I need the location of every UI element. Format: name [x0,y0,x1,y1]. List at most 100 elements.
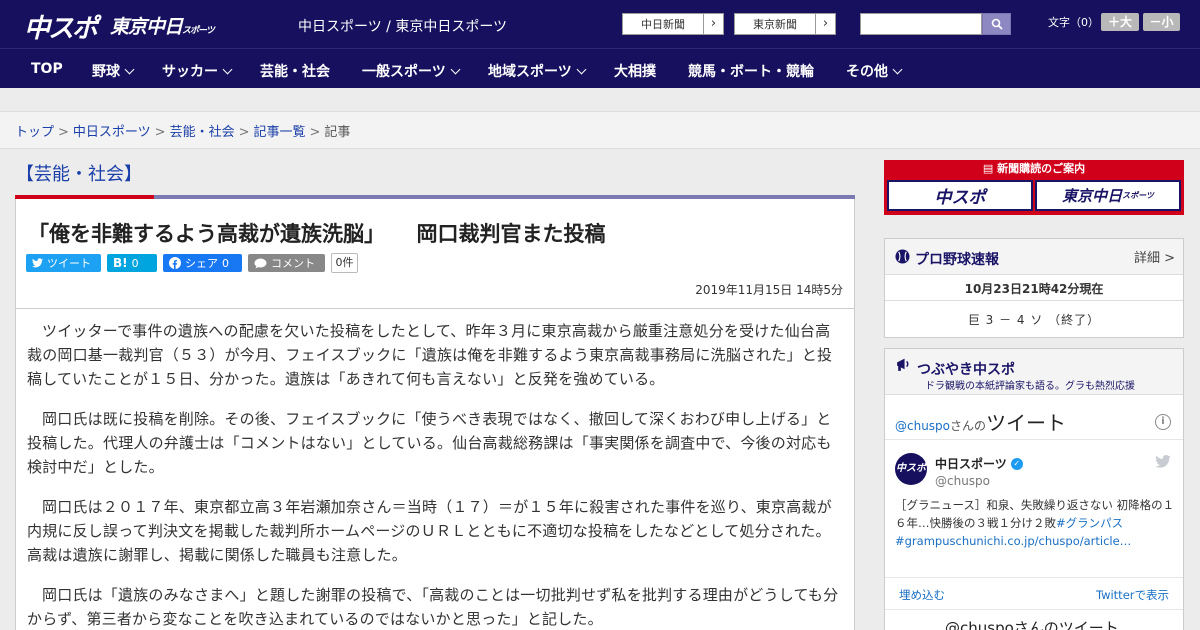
nav-label: 大相撲 [614,64,656,80]
nav-label: 競馬・ボート・競輪 [688,64,814,80]
article-paragraph: ツイッターで事件の遺族への配慮を欠いた投稿をしたとして、昨年３月に東京高裁から厳… [27,322,833,388]
nav-label: 芸能・社会 [260,64,330,80]
tweet-text: ［グラニュース］和泉、失敗繰り返さない 初降格の１６年…快勝後の３戦１分け２敗#… [895,496,1175,550]
chuspo-logo[interactable]: 中スポ [24,8,98,45]
site-label: 中日スポーツ / 東京中日スポーツ [298,19,508,35]
breadcrumb-top[interactable]: トップ [15,125,54,140]
nav-other[interactable]: その他 [846,61,903,81]
tweet-hashtag[interactable]: #グランパス [1056,516,1123,530]
font-size-up-button[interactable]: ＋大 [1101,13,1139,31]
author-name-text: 中日スポーツ [935,457,1007,471]
tokyo-logo-text: 東京中日 [110,16,183,38]
article-date: 2019年11月15日 14時5分 [695,283,843,297]
facebook-icon [169,257,181,269]
tweet-link[interactable]: #grampuschunichi.co.jp/chuspo/article… [895,534,1131,548]
chevron-right-icon: › [815,14,835,34]
twitter-handle-suffix: さんの [950,419,987,433]
verified-badge-icon: ✓ [1010,457,1023,470]
score-update-time: 10月23日21時42分現在 [964,282,1104,296]
article-paragraph: 岡口氏は２０１７年、東京都立高３年岩瀬加奈さん＝当時（１７）＝が１５年に殺害され… [27,498,832,564]
tokyo-chunichi-logo[interactable]: 東京中日スポーツ [110,12,215,39]
baseball-score-panel: プロ野球速報 詳細 > 10月23日21時42分現在 巨 3 － 4 ソ （終了… [884,238,1184,338]
category-title: 【芸能・社会】 [16,164,142,185]
article-headline: 「俺を非難するよう高裁が遺族洗脳」 岡口裁判官また投稿 [28,222,606,246]
chevron-down-icon [124,64,135,75]
tokyo-logo-sub: スポーツ [182,26,215,36]
megaphone-icon [897,358,909,371]
nav-soccer[interactable]: サッカー [162,61,233,81]
twitter-timeline-title[interactable]: @chuspoさんのツイート [895,407,1066,436]
search-icon [991,18,1003,30]
nav-entertainment[interactable]: 芸能・社会 [260,61,330,81]
chunichi-shimbun-button[interactable]: 中日新聞 › [622,13,724,35]
avatar[interactable]: 中スポ [895,453,927,485]
nav-racing[interactable]: 競馬・ボート・競輪 [688,61,814,81]
chunichi-shimbun-label: 中日新聞 [641,18,685,31]
nav-label: サッカー [162,64,218,80]
search-input[interactable] [860,13,982,35]
divider [885,439,1183,440]
chevron-down-icon [450,64,461,75]
baseball-icon [895,249,910,264]
chevron-down-icon [576,64,587,75]
tweet-author-name[interactable]: 中日スポーツ ✓ [935,455,1023,472]
nav-label: 一般スポーツ [362,64,446,80]
subscribe-tokyo-chunichi-button[interactable]: 東京中日 スポーツ [1035,180,1181,211]
breadcrumb-sep: > [58,125,69,140]
breadcrumb-current: 記事 [324,125,351,140]
subscribe-chuspo-button[interactable]: 中スポ [887,180,1033,211]
twitter-bird-icon[interactable] [1155,455,1171,468]
divider [885,300,1183,301]
font-size-down-button[interactable]: －小 [1143,13,1180,31]
twitter-subtitle: ドラ観戦の本紙評論家も語る。グラも熱烈応援 [925,381,1135,392]
baseball-title: プロ野球速報 [915,252,999,268]
search-button[interactable] [982,13,1011,35]
baseball-detail-link[interactable]: 詳細 > [1134,247,1175,266]
nav-top[interactable]: TOP [31,61,63,77]
embed-link[interactable]: 埋め込む [899,587,945,603]
breadcrumb-article-list[interactable]: 記事一覧 [254,125,306,140]
chevron-down-icon [892,64,903,75]
newspaper-icon: ▤ [982,162,998,175]
nav-baseball[interactable]: 野球 [92,61,135,81]
facebook-count: 0 [222,256,229,270]
breadcrumb-sep: > [154,125,166,140]
more-tweets-link[interactable]: @chuspoさんのツイート [945,617,1119,630]
twitter-panel: つぶやき中スポ ドラ観戦の本紙評論家も語る。グラも熱烈応援 @chuspoさんの… [884,348,1184,630]
tokyo-shimbun-label: 東京新聞 [753,18,797,31]
breadcrumb-sep: > [238,125,250,140]
tweet-author-handle[interactable]: @chuspo [935,474,990,488]
view-on-twitter-link[interactable]: Twitterで表示 [1096,587,1169,603]
twitter-handle: @chuspo [895,419,951,433]
speech-bubble-icon [254,258,267,268]
chevron-down-icon [222,64,233,75]
tweet-label: ツイート [47,257,91,270]
tokyo-sub-text: スポーツ [1122,191,1154,200]
comment-label: コメント [271,257,315,270]
article-paragraph: 岡口氏は既に投稿を削除。その後、フェイスブックに「使うべき表現ではなく、撤回して… [27,410,832,476]
breadcrumb: トップ > 中日スポーツ > 芸能・社会 > 記事一覧 > 記事 [15,121,350,140]
twitter-title: つぶやき中スポ [917,362,1015,378]
tokyo-shimbun-button[interactable]: 東京新聞 › [734,13,836,35]
facebook-share-button[interactable]: シェア 0 [163,254,242,272]
tweet-body: ［グラニュース］和泉、失敗繰り返さない 初降格の１６年…快勝後の３戦１分け２敗 [895,498,1175,530]
game-score[interactable]: 巨 3 － 4 ソ （終了） [885,311,1183,328]
hatena-bookmark-button[interactable]: B! 0 [107,254,157,272]
comment-button[interactable]: コメント [248,254,325,272]
tweet-word: ツイート [986,411,1067,435]
nav-regional-sports[interactable]: 地域スポーツ [488,61,587,81]
tokyo-text: 東京中日 [1062,187,1123,205]
breadcrumb-entertainment[interactable]: 芸能・社会 [170,125,235,140]
breadcrumb-chunichi-sports[interactable]: 中日スポーツ [73,125,151,140]
nav-general-sports[interactable]: 一般スポーツ [362,61,461,81]
nav-label: 地域スポーツ [488,64,572,80]
info-icon[interactable]: i [1155,414,1171,430]
facebook-label: シェア [185,257,218,270]
hatena-count: 0 [131,256,139,270]
comment-count: 0件 [331,253,358,273]
subscription-banner[interactable]: ▤ 新聞購読のご案内 中スポ 東京中日 スポーツ [884,160,1184,215]
tweet-button[interactable]: ツイート [26,254,101,272]
main-nav: TOP 野球 サッカー 芸能・社会 一般スポーツ 地域スポーツ 大相撲 競馬・ボ… [0,48,1200,88]
nav-label: TOP [31,61,63,77]
nav-sumo[interactable]: 大相撲 [614,61,656,81]
